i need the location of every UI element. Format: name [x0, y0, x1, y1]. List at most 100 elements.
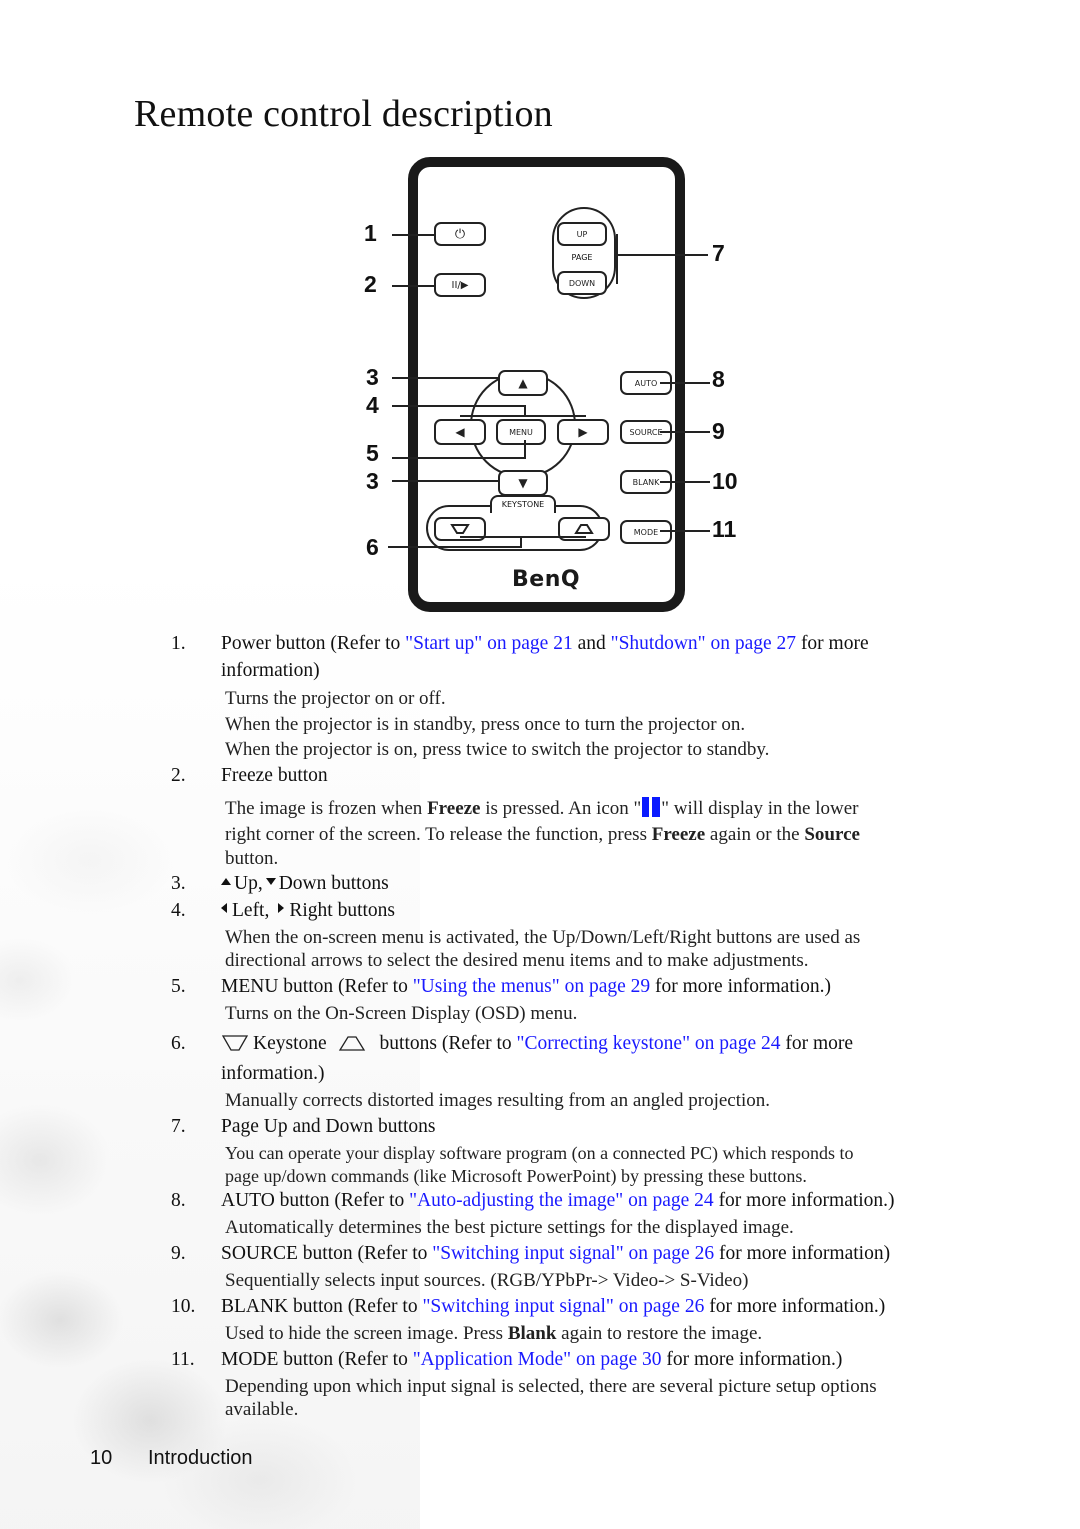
callout-line-7: [616, 254, 708, 256]
text: again or the: [705, 824, 805, 845]
bold-freeze: Freeze: [427, 798, 481, 819]
item-title: Page Up and Down buttons: [221, 1116, 436, 1137]
item-title: AUTO button (Refer to: [221, 1190, 410, 1211]
item-10-line: Used to hide the screen image. Press Bla…: [225, 1323, 762, 1345]
item-number: 8.: [171, 1190, 186, 1211]
callout-line-4-h: [460, 415, 586, 417]
text: Left,: [232, 900, 270, 921]
freeze-pause-icon: [642, 797, 661, 817]
callout-line-9: [660, 431, 710, 433]
item-title: buttons (Refer to: [379, 1033, 517, 1054]
callout-4: 4: [366, 392, 379, 418]
keystone-up-icon: [574, 524, 594, 534]
link-using-the-menus[interactable]: "Using the menus" on page 29: [413, 976, 650, 997]
bold-freeze: Freeze: [651, 824, 706, 845]
right-arrow-button[interactable]: ▶: [557, 419, 609, 445]
callout-line-10: [660, 481, 710, 483]
item-number: 7.: [171, 1116, 186, 1137]
item-number: 2.: [171, 765, 186, 786]
text: Used to hide the screen image. Press: [225, 1323, 508, 1344]
callout-line-3b: [392, 480, 500, 482]
item-11-line: available.: [225, 1399, 299, 1420]
item-number: 1.: [171, 633, 186, 654]
item-title-post: for more information.): [661, 1349, 843, 1370]
keystone-down-icon: [450, 524, 470, 534]
item-9-line: Sequentially selects input sources. (RGB…: [225, 1270, 749, 1291]
item-title: Power button (Refer to: [221, 633, 406, 654]
bold-source: Source: [804, 824, 860, 845]
item-7-line: You can operate your display software pr…: [225, 1143, 854, 1163]
item-4-line: directional arrows to select the desired…: [225, 950, 809, 971]
item-title-post: for more: [796, 633, 869, 654]
item-title-cont: information): [221, 660, 320, 681]
item-5-line: Turns on the On-Screen Display (OSD) men…: [225, 1003, 578, 1024]
page-down-button[interactable]: DOWN: [557, 271, 607, 295]
callout-line-1: [392, 234, 436, 236]
page-label: PAGE: [571, 253, 593, 262]
left-arrow-icon: [221, 903, 227, 913]
left-arrow-button[interactable]: ◀: [434, 419, 486, 445]
item-number: 3.: [171, 873, 186, 894]
callout-6: 6: [366, 534, 379, 560]
item-title: MENU button (Refer to: [221, 976, 413, 997]
item-number: 4.: [171, 900, 186, 921]
link-application-mode[interactable]: "Application Mode" on page 30: [413, 1349, 662, 1370]
freeze-button[interactable]: II/▶: [434, 273, 486, 297]
text: Keystone: [253, 1033, 327, 1054]
down-arrow-button[interactable]: ▼: [498, 470, 548, 496]
item-6-line: Manually corrects distorted images resul…: [225, 1090, 771, 1111]
power-button[interactable]: ⏻: [434, 222, 486, 246]
item-4-line: When the on-screen menu is activated, th…: [225, 927, 861, 948]
item-2-line: button.: [225, 848, 279, 869]
item-title-cont: information.): [221, 1063, 325, 1084]
item-title-mid: and: [572, 633, 611, 654]
callout-line-7-v: [616, 234, 618, 284]
up-arrow-icon: [221, 878, 231, 885]
link-auto-adjusting[interactable]: "Auto-adjusting the image" on page 24: [409, 1190, 714, 1211]
keystone-label: KEYSTONE: [490, 495, 556, 513]
item-2-line: right corner of the screen. To release t…: [225, 824, 860, 846]
item-title-post: for more information.): [713, 1190, 895, 1211]
link-switching-input-signal[interactable]: "Switching input signal" on page 26: [432, 1243, 714, 1264]
text: " will display in the lower: [661, 798, 859, 819]
callout-line-11: [660, 530, 710, 532]
up-arrow-button[interactable]: ▲: [498, 370, 548, 396]
item-1-line: When the projector is in standby, press …: [225, 714, 746, 735]
menu-button[interactable]: MENU: [496, 419, 546, 445]
text: again to restore the image.: [556, 1323, 763, 1344]
item-title-post: for more information): [714, 1243, 891, 1264]
link-shutdown[interactable]: "Shutdown" on page 27: [611, 633, 796, 654]
link-correcting-keystone[interactable]: "Correcting keystone" on page 24: [517, 1033, 781, 1054]
callout-line-3a: [392, 377, 500, 379]
text: Up,: [234, 873, 263, 894]
callout-9: 9: [712, 418, 725, 444]
item-title: BLANK button (Refer to: [221, 1296, 423, 1317]
item-title-post: for more information.): [650, 976, 832, 997]
item-7-line: page up/down commands (like Microsoft Po…: [225, 1166, 807, 1186]
link-switching-input-signal[interactable]: "Switching input signal" on page 26: [422, 1296, 704, 1317]
down-arrow-icon: [265, 878, 276, 885]
mode-button[interactable]: MODE: [620, 520, 672, 544]
text: is pressed. An icon ": [480, 798, 642, 819]
item-11-line: Depending upon which input signal is sel…: [225, 1376, 877, 1397]
callout-10: 10: [712, 468, 738, 494]
text: The image is frozen when: [225, 798, 428, 819]
right-arrow-icon: [278, 903, 285, 913]
link-start-up[interactable]: "Start up" on page 21: [405, 633, 573, 654]
bold-blank: Blank: [507, 1323, 557, 1344]
callout-line-5-v: [524, 440, 526, 458]
callout-7: 7: [712, 240, 725, 266]
item-1-line: When the projector is on, press twice to…: [225, 739, 770, 760]
item-title: MODE button (Refer to: [221, 1349, 413, 1370]
page-number: 10: [90, 1447, 113, 1469]
callout-line-5: [392, 457, 526, 459]
item-number: 9.: [171, 1243, 186, 1264]
section-name: Introduction: [148, 1447, 253, 1469]
remote-control-figure: ⏻ II/▶ UP PAGE DOWN ▲ ◀ MENU ▶ ▼ KEYSTON…: [360, 150, 760, 630]
page-up-button[interactable]: UP: [557, 222, 607, 246]
callout-2: 2: [364, 271, 377, 297]
text: right corner of the screen. To release t…: [225, 824, 652, 845]
item-title-post: for more information.): [704, 1296, 886, 1317]
item-number: 11.: [171, 1349, 195, 1370]
page-title: Remote control description: [134, 93, 553, 135]
